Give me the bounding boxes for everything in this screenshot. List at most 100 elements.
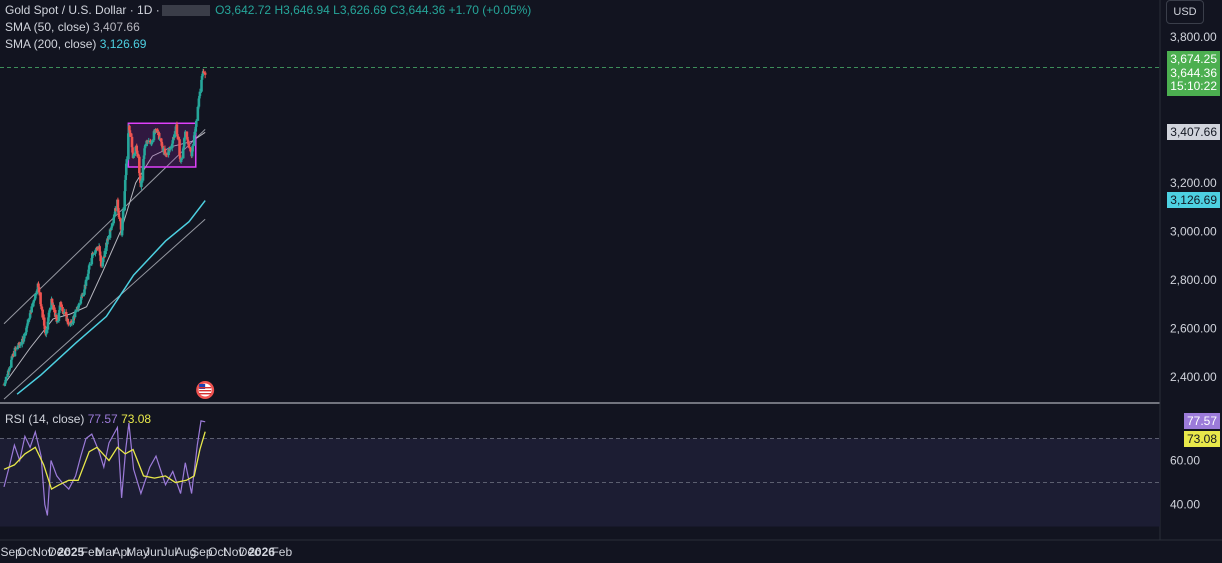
candle-body-up (132, 153, 136, 156)
candle-body-up (194, 120, 198, 127)
candle-body-down (66, 322, 70, 325)
candle-body-up (76, 307, 80, 310)
rsi-tick-label: 40.00 (1170, 498, 1200, 512)
candle-body-down (99, 255, 102, 262)
candle-body-down (41, 309, 44, 318)
sma50-legend[interactable]: SMA (50, close) 3,407.66 (5, 20, 140, 34)
candle-body-up (34, 293, 37, 299)
candle-body-up (74, 310, 77, 313)
sma200-tag: 3,126.69 (1167, 192, 1220, 208)
candle-body-up (8, 367, 12, 370)
chart-canvas[interactable]: 3,800.00 3,200.00 3,000.00 2,800.00 2,600.00… (0, 0, 1222, 563)
price-tick-label: 3,200.00 (1170, 176, 1217, 190)
us-flag-stripe (199, 390, 212, 392)
rsi-value-tag: 77.57 (1183, 413, 1220, 429)
candle-body-down (178, 139, 181, 156)
countdown-value: 15:10:22 (1170, 79, 1217, 93)
candle-body-down (37, 283, 40, 288)
candle-body-up (181, 148, 185, 159)
price-tick-label: 3,000.00 (1170, 224, 1217, 238)
redacted-block (161, 5, 210, 17)
candle-body-up (127, 133, 130, 160)
candle-body-up (87, 269, 90, 274)
candle-body-up (180, 158, 183, 160)
candle-body-up (84, 279, 88, 286)
candle-body-up (101, 262, 105, 267)
price-tick-label: 2,600.00 (1170, 322, 1217, 336)
candle-body-up (70, 323, 74, 325)
last-price-tag: 3,644.36 15:10:22 (1167, 67, 1220, 96)
candle-body-down (135, 145, 139, 151)
candle-body-up (121, 210, 125, 220)
candle-body-up (88, 264, 92, 266)
candle-body-up (169, 148, 172, 150)
candle-body-down (116, 199, 120, 208)
price-tick-label: 3,800.00 (1170, 30, 1217, 44)
candle-body-up (81, 294, 85, 297)
rsi-ma-legend-value: 73.08 (121, 412, 152, 426)
sma50-tag: 3,407.66 (1167, 124, 1220, 140)
candle-body-up (110, 223, 114, 227)
candle-body-down (52, 304, 55, 310)
candle-body-down (138, 156, 141, 174)
candle-body-down (202, 71, 205, 73)
candle-body-up (48, 309, 52, 311)
sma200-legend[interactable]: SMA (200, close) 3,126.69 (5, 37, 146, 51)
rsi-legend[interactable]: RSI (14, close) 77.57 73.08 (5, 412, 151, 426)
candle-body-up (142, 155, 146, 159)
candle-body-down (39, 292, 42, 305)
candle-body-down (129, 132, 132, 137)
time-tick-label: Feb (271, 545, 292, 559)
rsi-tick-label: 60.00 (1170, 454, 1200, 468)
sma50-line (3, 131, 206, 385)
candle-body-up (151, 140, 154, 143)
candle-body-up (190, 151, 194, 157)
candle-body-up (197, 98, 201, 107)
candle-body-down (176, 136, 180, 140)
us-flag-stripe (199, 393, 212, 395)
candle-body-up (121, 219, 124, 231)
candle-body-down (98, 251, 102, 256)
candle-body-up (26, 319, 30, 324)
candle-body-down (136, 153, 140, 157)
candle-body-up (103, 250, 107, 257)
price-tick-label: 2,400.00 (1170, 370, 1217, 384)
candle-body-down (175, 124, 179, 135)
candle-body-up (173, 134, 176, 138)
symbol-title: Gold Spot / U.S. Dollar · 1D · (5, 3, 160, 17)
candle-body-down (37, 287, 41, 293)
sma200-value: 3,126.69 (99, 37, 147, 51)
candle-body-up (85, 279, 88, 281)
candle-body-down (187, 144, 191, 148)
candle-body-up (45, 329, 48, 335)
candle-body-up (125, 159, 129, 164)
sma50-label: SMA (50, close) (5, 20, 90, 34)
candle-body-up (10, 359, 13, 368)
symbol-legend: Gold Spot / U.S. Dollar · 1D · O3,642.72… (5, 3, 531, 17)
candle-body-up (112, 217, 116, 224)
candle-body-down (138, 173, 142, 176)
candle-body-up (123, 191, 126, 211)
ohlc-values: O3,642.72 H3,646.94 L3,626.69 C3,644.36 … (215, 3, 532, 17)
time-tick-label: Jun (144, 545, 163, 559)
high-line-tag: 3,674.25 (1167, 51, 1220, 67)
candle-body-up (77, 303, 81, 305)
candle-body-up (26, 323, 29, 326)
sma50-value: 3,407.66 (93, 20, 140, 34)
rsi-legend-value: 77.57 (87, 412, 118, 426)
candle-body-up (143, 146, 147, 149)
rsi-ma-value-tag: 73.08 (1183, 431, 1220, 447)
rsi-label: RSI (14, close) (5, 412, 85, 426)
currency-button[interactable]: USD (1166, 0, 1204, 24)
candle-body-down (185, 131, 189, 137)
candle-body-up (55, 321, 59, 323)
candle-body-up (30, 306, 33, 313)
us-flag-icon (196, 381, 215, 399)
candle-body-up (107, 237, 110, 239)
us-flag-stripe (199, 387, 212, 389)
candle-body-down (130, 136, 134, 148)
candle-body-up (19, 344, 23, 346)
candle-body-up (191, 145, 194, 152)
candle-body-up (4, 376, 8, 380)
candle-body-up (140, 180, 143, 187)
